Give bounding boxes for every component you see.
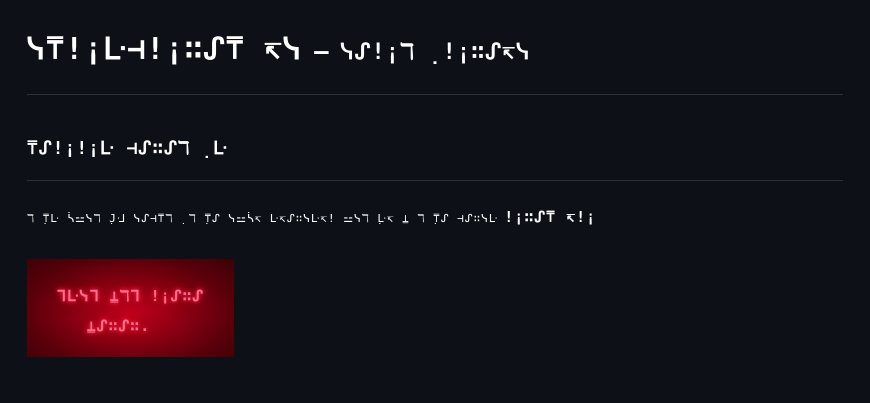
body-text: ℸ ̣⍑ᒷ ᓵ⚍ᓭℸ ̣𝙹ᒲ ᓭᔑ⊣⍑ℸ ̣ ℸ ̣⍑ᔑ ᓭ⚍ᓵ↸ ᒷ↸ᔑ∷ᓭᒷ…	[27, 212, 499, 225]
page: ᓭ⍑!¡ᒷ⊣!¡∷ᔑ⍑ ↸ᓭ – ᓭᔑ!¡ℸ ̣!¡∷ᔑ↸ᓭ ⍑ᔑ!¡!¡ᒷ ⊣…	[0, 0, 870, 403]
title-separator: –	[314, 37, 329, 65]
divider	[27, 180, 843, 181]
sign-text-line: ᒣᒷᓭᒣ ⍊ℸᒣ !¡ᔑ∷ᔑ	[56, 287, 205, 305]
body-paragraph: ℸ ̣⍑ᒷ ᓵ⚍ᓭℸ ̣𝙹ᒲ ᓭᔑ⊣⍑ℸ ̣ ℸ ̣⍑ᔑ ᓭ⚍ᓵ↸ ᒷ↸ᔑ∷ᓭᒷ…	[27, 208, 596, 226]
neon-sign-image: ᒣᒷᓭᒣ ⍊ℸᒣ !¡ᔑ∷ᔑ ⍊ᔑ∷ᔑ∷.	[27, 259, 234, 357]
page-title: ᓭ⍑!¡ᒷ⊣!¡∷ᔑ⍑ ↸ᓭ	[27, 32, 303, 67]
inline-code: !¡∷ᔑ⍑ ↸!¡	[504, 208, 597, 226]
sign-text-line: ⍊ᔑ∷ᔑ∷.	[86, 317, 151, 335]
page-subtitle: ᓭᔑ!¡ℸ ̣!¡∷ᔑ↸ᓭ	[340, 40, 531, 65]
section-heading: ⍑ᔑ!¡!¡ᒷ ⊣ᔑ∷ᔑℸ ̣ᒷ	[27, 138, 228, 159]
page-title-row: ᓭ⍑!¡ᒷ⊣!¡∷ᔑ⍑ ↸ᓭ – ᓭᔑ!¡ℸ ̣!¡∷ᔑ↸ᓭ	[27, 32, 531, 67]
divider	[27, 94, 843, 95]
